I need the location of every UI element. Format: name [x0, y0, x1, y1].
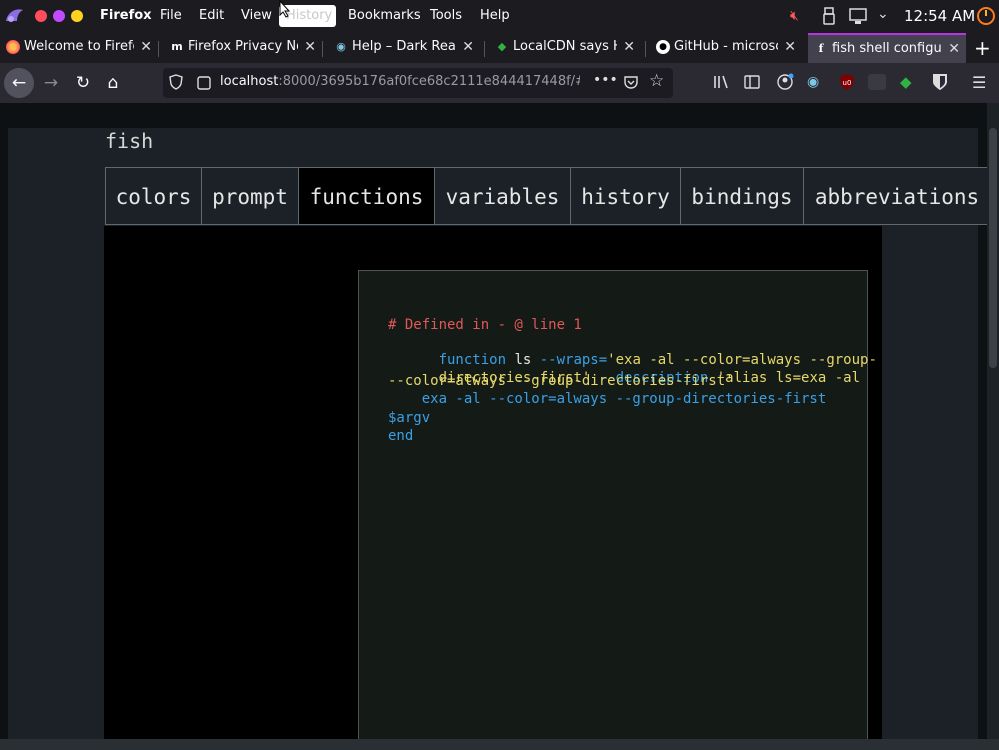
- menu-help[interactable]: Help: [480, 8, 510, 23]
- home-button[interactable]: ⌂: [98, 68, 128, 98]
- network-icon[interactable]: [849, 7, 867, 29]
- pocket-icon[interactable]: [623, 74, 639, 94]
- page-title: fish: [105, 129, 154, 153]
- scrollbar-thumb[interactable]: [989, 128, 997, 368]
- close-icon[interactable]: ✕: [623, 33, 635, 61]
- url-host: localhost: [220, 74, 279, 89]
- page-content: fish colors prompt functions variables h…: [0, 103, 999, 750]
- close-icon[interactable]: ✕: [140, 33, 152, 61]
- horizontal-scrollbar[interactable]: [0, 739, 999, 750]
- account-icon[interactable]: [776, 73, 794, 95]
- menu-tools[interactable]: Tools: [430, 8, 462, 23]
- url-text[interactable]: localhost:8000/3695b176af0fce68c2111e844…: [220, 74, 580, 89]
- hamburger-menu-icon[interactable]: ☰: [972, 73, 986, 92]
- code-line: --color=always --group-directories-first…: [388, 373, 734, 389]
- tab-welcome[interactable]: Welcome to Firefox ✕: [0, 33, 158, 63]
- url-bar[interactable]: localhost:8000/3695b176af0fce68c2111e844…: [163, 68, 673, 98]
- chevron-down-icon[interactable]: ⌄: [877, 6, 889, 22]
- bitwarden-icon[interactable]: [932, 73, 948, 95]
- menu-view[interactable]: View: [241, 8, 272, 23]
- forward-button[interactable]: →: [36, 68, 66, 98]
- window-close-dot[interactable]: [35, 10, 47, 22]
- code-line: exa -al --color=always --group-directori…: [388, 391, 827, 407]
- code-line: $argv: [388, 410, 431, 426]
- url-path: :8000/3695b176af0fce68c2111e844417448f/#…: [278, 74, 580, 89]
- menu-history[interactable]: History: [286, 8, 332, 23]
- tab-colors[interactable]: colors: [105, 167, 201, 225]
- close-icon[interactable]: ✕: [784, 33, 796, 61]
- fish-icon: f: [818, 42, 824, 55]
- vertical-scrollbar[interactable]: [987, 103, 999, 750]
- navigation-toolbar: ← → ↻ ⌂ localhost:8000/3695b176af0fce68c…: [0, 63, 999, 103]
- volume-muted-icon[interactable]: 🔇︎: [790, 8, 799, 24]
- close-icon[interactable]: ✕: [304, 33, 316, 61]
- fish-tab-bar: colors prompt functions variables histor…: [105, 167, 995, 225]
- mouse-cursor-icon: [279, 0, 291, 22]
- tab-github[interactable]: ● GitHub - microsoft ✕: [650, 33, 802, 63]
- tab-localcdn[interactable]: ◆ LocalCDN says Hello ✕: [489, 33, 641, 63]
- ublock-icon[interactable]: u0: [838, 73, 856, 95]
- close-icon[interactable]: ✕: [462, 33, 474, 61]
- menu-bookmarks[interactable]: Bookmarks: [348, 8, 421, 23]
- system-logo-icon[interactable]: [3, 5, 25, 27]
- tab-functions[interactable]: functions: [298, 167, 434, 225]
- mozilla-icon: m: [171, 40, 183, 53]
- menu-edit[interactable]: Edit: [199, 8, 224, 23]
- function-source-box: # Defined in - @ line 1 function ls --wr…: [358, 270, 877, 750]
- localcdn-extension-icon[interactable]: ◆: [900, 73, 912, 91]
- tab-fish[interactable]: f fish shell configuration ✕: [808, 33, 966, 63]
- app-name[interactable]: Firefox: [100, 8, 152, 23]
- tab-abbreviations[interactable]: abbreviations: [803, 167, 991, 225]
- power-icon[interactable]: [976, 6, 996, 30]
- menu-file[interactable]: File: [160, 8, 182, 23]
- svg-text:u0: u0: [843, 79, 852, 87]
- tab-privacy[interactable]: m Firefox Privacy Notice ✕: [164, 33, 322, 63]
- tab-prompt[interactable]: prompt: [201, 167, 298, 225]
- sidebar-icon[interactable]: [744, 74, 760, 94]
- extension-blurred-icon[interactable]: [868, 74, 886, 90]
- tab-darkreader[interactable]: ◉ Help – Dark Reader ✕: [328, 33, 480, 63]
- close-icon[interactable]: ✕: [948, 35, 960, 63]
- usb-icon[interactable]: [822, 7, 836, 29]
- tab-strip: Welcome to Firefox ✕ m Firefox Privacy N…: [0, 33, 999, 63]
- bookmark-star-icon[interactable]: ☆: [649, 71, 664, 91]
- tab-history[interactable]: history: [570, 167, 680, 225]
- firefox-icon: [6, 40, 20, 54]
- os-menubar: Firefox File Edit View History Bookmarks…: [0, 0, 999, 33]
- shield-icon[interactable]: [169, 74, 183, 94]
- library-icon[interactable]: [713, 74, 731, 94]
- window-maximize-dot[interactable]: [71, 10, 83, 22]
- code-line: end: [388, 428, 414, 444]
- darkreader-icon: ◉: [336, 40, 346, 53]
- tab-bindings[interactable]: bindings: [680, 167, 803, 225]
- page-info-icon[interactable]: [197, 75, 211, 94]
- back-button[interactable]: ←: [4, 68, 34, 98]
- page-actions-icon[interactable]: •••: [593, 72, 618, 88]
- github-icon: ●: [656, 40, 670, 54]
- localcdn-icon: ◆: [497, 40, 507, 53]
- clock: 12:54 AM: [904, 7, 976, 25]
- darkreader-extension-icon[interactable]: ◉: [807, 74, 819, 90]
- reload-button[interactable]: ↻: [68, 68, 98, 98]
- tab-variables[interactable]: variables: [434, 167, 570, 225]
- code-comment: # Defined in - @ line 1: [388, 317, 582, 333]
- window-minimize-dot[interactable]: [53, 10, 65, 22]
- new-tab-button[interactable]: +: [974, 36, 991, 60]
